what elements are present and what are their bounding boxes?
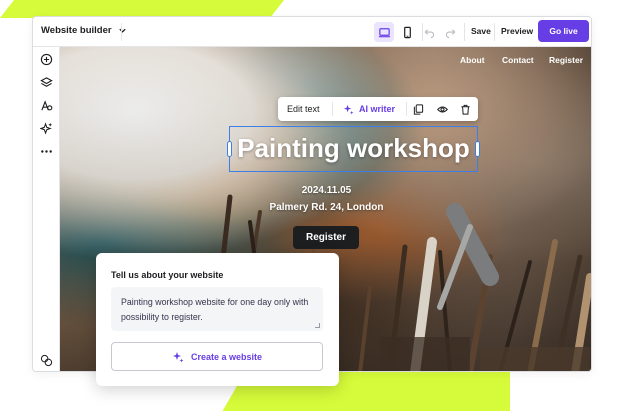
- site-nav-register[interactable]: Register: [549, 55, 583, 65]
- site-nav-about[interactable]: About: [460, 55, 485, 65]
- mobile-icon: [403, 26, 411, 38]
- sidebar-item-ai-tools[interactable]: [39, 121, 53, 135]
- event-date: 2024.11.05: [301, 185, 352, 196]
- edit-text-button[interactable]: Edit text: [287, 104, 320, 114]
- hero-headline[interactable]: Painting workshop: [230, 133, 477, 164]
- create-website-label: Create a website: [190, 351, 263, 362]
- go-live-button[interactable]: Go live: [538, 20, 589, 42]
- layers-icon: [39, 76, 53, 87]
- styles-icon: [40, 99, 52, 110]
- site-selector-label: Website builder: [41, 25, 112, 36]
- visibility-button[interactable]: [435, 102, 449, 116]
- help-icon: [40, 354, 52, 366]
- selected-headline-frame[interactable]: Painting workshop: [227, 126, 480, 172]
- duplicate-button[interactable]: [411, 102, 425, 116]
- redo-icon: [445, 29, 456, 39]
- preview-button[interactable]: Preview: [501, 26, 533, 36]
- undo-icon: [424, 29, 435, 39]
- ai-tools-icon: [39, 121, 52, 135]
- toolbar-divider: [121, 23, 122, 41]
- site-selector[interactable]: Website builder: [41, 25, 127, 36]
- trash-icon: [460, 104, 470, 115]
- sparkle-icon: [172, 351, 184, 362]
- add-icon: [40, 53, 52, 65]
- chevron-down-icon: [118, 28, 126, 33]
- sidebar-item-more[interactable]: [39, 144, 53, 158]
- desktop-icon: [378, 27, 390, 37]
- toolbar-divider: [406, 102, 407, 116]
- decorative-lime-shape-bottom-left: [222, 385, 318, 411]
- redo-button[interactable]: [445, 25, 459, 39]
- website-description-value: Painting workshop website for one day on…: [121, 297, 309, 322]
- site-nav-contact[interactable]: Contact: [502, 55, 534, 65]
- toolbar-divider: [494, 23, 495, 41]
- text-edit-toolbar: Edit text AI writer: [278, 97, 478, 121]
- textarea-resize-handle[interactable]: [315, 323, 320, 328]
- sidebar-item-styles[interactable]: [39, 98, 53, 112]
- delete-button[interactable]: [458, 102, 472, 116]
- top-toolbar: Website builder Save Preview Go live: [33, 17, 591, 47]
- copy-icon: [413, 103, 423, 115]
- sidebar-item-help[interactable]: [39, 353, 53, 367]
- prompt-card-title: Tell us about your website: [111, 270, 224, 280]
- toolbar-divider: [332, 102, 333, 116]
- left-sidebar: [33, 47, 60, 371]
- desktop-view-button[interactable]: [374, 22, 394, 42]
- undo-button[interactable]: [424, 25, 438, 39]
- ai-writer-icon-button[interactable]: [341, 102, 355, 116]
- sidebar-item-add[interactable]: [39, 52, 53, 66]
- more-icon: [40, 149, 52, 153]
- sidebar-item-layers[interactable]: [39, 75, 53, 89]
- register-button[interactable]: Register: [293, 226, 359, 249]
- ai-writer-button[interactable]: AI writer: [359, 104, 395, 114]
- save-button[interactable]: Save: [471, 26, 491, 36]
- website-description-textarea[interactable]: Painting workshop website for one day on…: [111, 287, 323, 331]
- ai-prompt-card: Tell us about your website Painting work…: [96, 253, 339, 386]
- toolbar-divider: [464, 23, 465, 41]
- mobile-view-button[interactable]: [397, 22, 417, 42]
- create-website-button[interactable]: Create a website: [111, 342, 323, 371]
- event-address: Palmery Rd. 24, London: [269, 202, 384, 213]
- sparkle-icon: [343, 104, 354, 115]
- eye-icon: [436, 105, 448, 113]
- toolbar-divider: [422, 23, 423, 41]
